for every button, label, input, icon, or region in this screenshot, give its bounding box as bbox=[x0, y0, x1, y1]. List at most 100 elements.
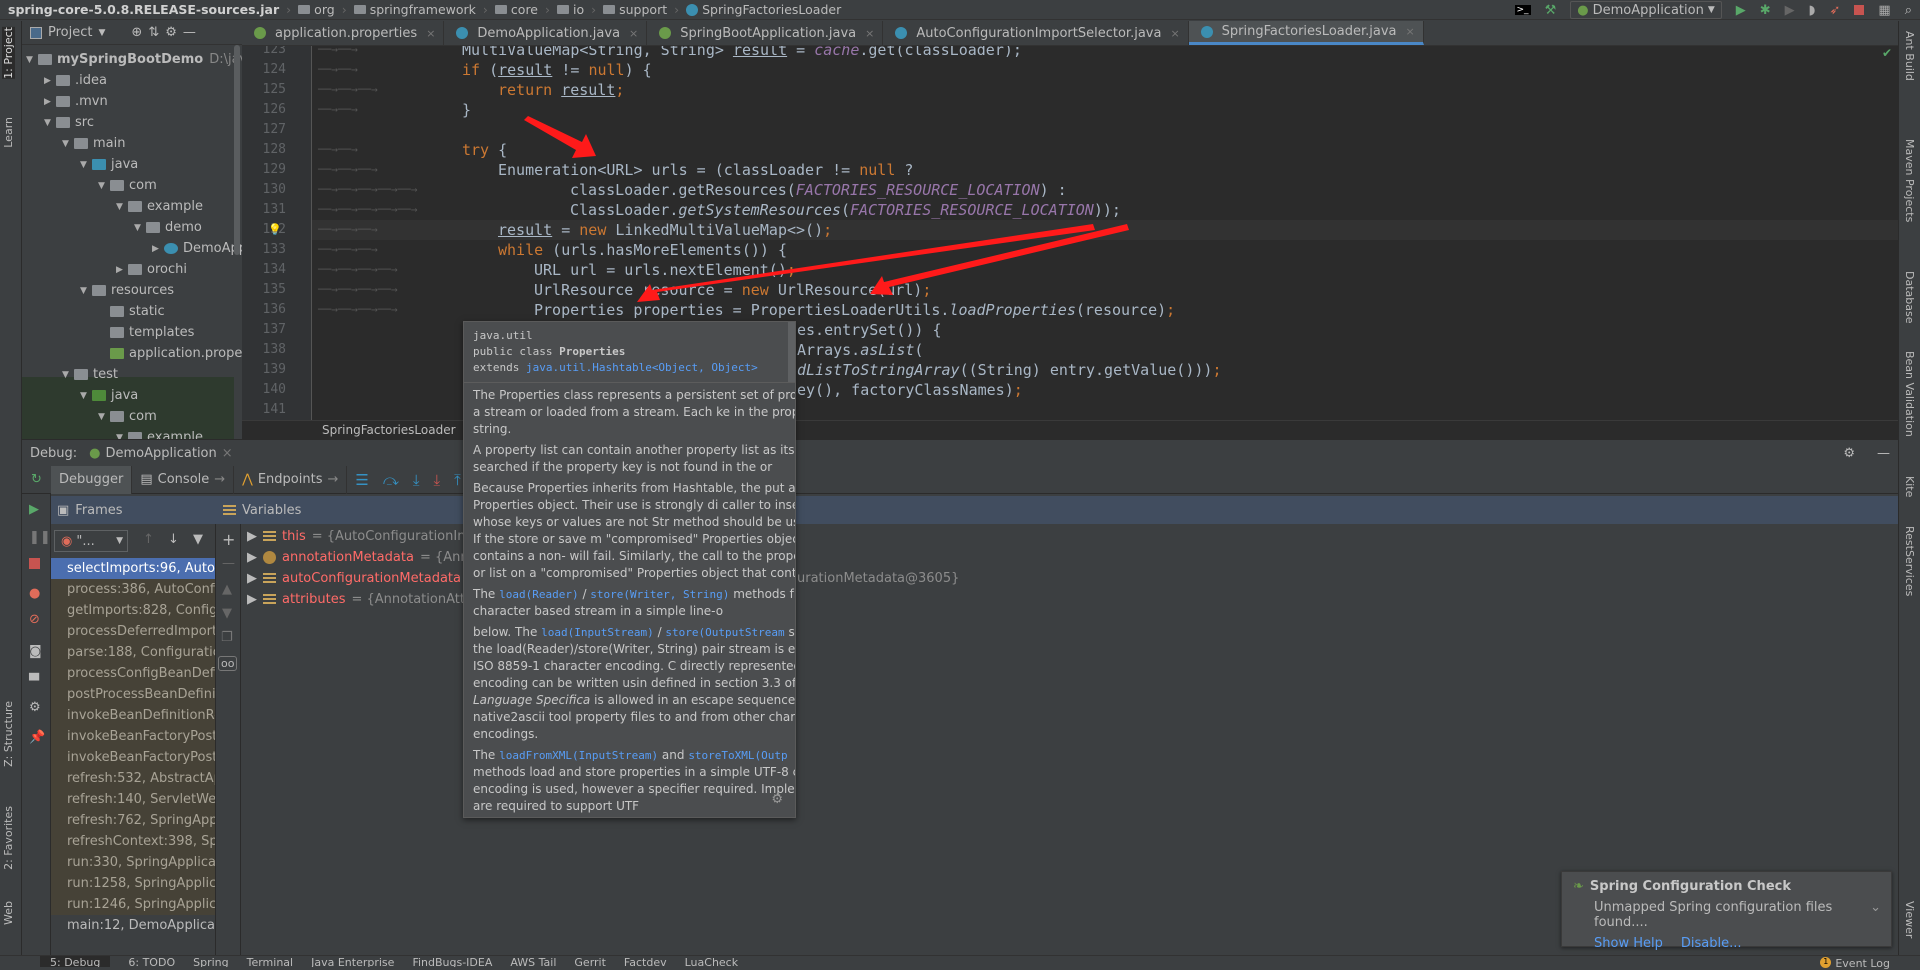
expand-icon[interactable]: ▶ bbox=[247, 571, 257, 586]
remove-watch-icon[interactable]: — bbox=[222, 556, 235, 571]
expand-icon[interactable]: ▶ bbox=[247, 592, 257, 607]
stack-frame[interactable]: invokeBeanDefinitionRegi bbox=[51, 705, 215, 726]
expanded-icon[interactable]: ▼ bbox=[134, 223, 146, 233]
tool-window-tab[interactable]: Factdev bbox=[624, 956, 667, 967]
tab-endpoints[interactable]: ⋀ Endpoints → bbox=[234, 465, 348, 494]
expanded-icon[interactable]: ▼ bbox=[62, 139, 74, 149]
tree-item[interactable]: ▼ resources bbox=[80, 280, 174, 301]
gear-icon[interactable]: ⚙ bbox=[1843, 446, 1855, 461]
tree-item[interactable]: ▼ test bbox=[62, 364, 118, 385]
step-out-icon[interactable]: ⤒ bbox=[454, 471, 461, 489]
intention-bulb-icon[interactable]: 💡 bbox=[268, 220, 282, 240]
expanded-icon[interactable]: ▼ bbox=[62, 370, 74, 380]
breadcrumb-item[interactable]: org bbox=[294, 2, 335, 17]
expanded-icon[interactable]: ▼ bbox=[116, 202, 128, 212]
stack-frame[interactable]: selectImports:96, AutoCo bbox=[51, 558, 215, 579]
stack-frame[interactable]: run:1258, SpringApplicati bbox=[51, 873, 215, 894]
stack-frame[interactable]: refresh:762, SpringApplic bbox=[51, 810, 215, 831]
tab-debugger[interactable]: Debugger bbox=[51, 465, 133, 494]
move-down-icon[interactable]: ▼ bbox=[222, 606, 232, 621]
tool-tab-viewer[interactable]: Viewer bbox=[1903, 901, 1916, 938]
collapsed-icon[interactable]: ▶ bbox=[44, 76, 56, 86]
editor-tab[interactable]: SpringBootApplication.java × bbox=[647, 21, 884, 45]
code-line[interactable]: ──→──→ try { bbox=[312, 140, 1898, 160]
tool-tab-favorites[interactable]: 2: Favorites bbox=[2, 806, 15, 870]
doc-link[interactable]: loadFromXML(InputStream) bbox=[499, 749, 658, 762]
duplicate-icon[interactable]: ❐ bbox=[221, 630, 233, 645]
variable-row[interactable]: ▶ attributes = {AnnotationAttribut bbox=[247, 589, 495, 610]
code-line[interactable]: ──→──→──→ return result; bbox=[312, 80, 1898, 100]
expanded-icon[interactable]: ▼ bbox=[26, 55, 38, 65]
tree-item[interactable]: application.proper bbox=[98, 343, 248, 364]
tool-tab-structure[interactable]: Z: Structure bbox=[2, 701, 15, 767]
disable-link[interactable]: Disable... bbox=[1681, 936, 1742, 951]
tool-tab-database[interactable]: Database bbox=[1903, 271, 1916, 324]
rerun-icon[interactable]: ↻ bbox=[22, 472, 51, 487]
camera-icon[interactable]: ◙ bbox=[29, 644, 43, 659]
tool-tab-maven[interactable]: Maven Projects bbox=[1903, 139, 1916, 222]
project-structure-icon[interactable]: ▦ bbox=[1878, 3, 1890, 18]
code-line[interactable]: ──→──→──→──→ Properties properties = Prop… bbox=[312, 300, 1898, 320]
tool-tab-learn[interactable]: Learn bbox=[2, 117, 15, 148]
tree-item[interactable]: ▼ example bbox=[116, 196, 203, 217]
tree-item[interactable]: ▼ com bbox=[98, 175, 157, 196]
expand-chevron-icon[interactable]: ⌄ bbox=[1870, 900, 1881, 930]
tree-item[interactable]: ▼ demo bbox=[134, 217, 202, 238]
stack-frame[interactable]: postProcessBeanDefinitio bbox=[51, 684, 215, 705]
breadcrumb-item[interactable]: springframework bbox=[350, 2, 476, 17]
run-coverage-icon[interactable]: ▶ bbox=[1785, 3, 1795, 18]
doc-extends-link[interactable]: java.util.Hashtable<Object, Object> bbox=[526, 361, 758, 374]
tool-tab-project[interactable]: 1: Project bbox=[2, 27, 15, 79]
close-tab-icon[interactable]: × bbox=[1406, 25, 1415, 38]
expanded-icon[interactable]: ▼ bbox=[98, 412, 110, 422]
editor-tab[interactable]: SpringFactoriesLoader.java × bbox=[1188, 21, 1424, 45]
expanded-icon[interactable]: ▼ bbox=[80, 286, 92, 296]
rocket-icon[interactable]: ➶ bbox=[1830, 3, 1841, 18]
mute-breakpoints-icon[interactable]: ⊘ bbox=[29, 612, 43, 627]
breadcrumb-item[interactable]: io bbox=[553, 2, 584, 17]
terminal-icon[interactable]: >_ bbox=[1514, 5, 1531, 15]
tree-item[interactable]: ▼ src bbox=[44, 112, 94, 133]
show-help-link[interactable]: Show Help bbox=[1594, 936, 1663, 951]
project-scrollbar[interactable] bbox=[234, 45, 240, 255]
doc-link[interactable]: load(Reader) bbox=[499, 588, 578, 601]
resume-icon[interactable]: ▶ bbox=[29, 502, 43, 517]
breadcrumb-item[interactable]: support bbox=[599, 2, 667, 17]
editor-tab[interactable]: DemoApplication.java × bbox=[444, 21, 648, 45]
collapsed-icon[interactable]: ▶ bbox=[152, 244, 164, 254]
tool-window-tab[interactable]: AWS Tail bbox=[510, 956, 556, 967]
tree-item[interactable]: ▶ .idea bbox=[44, 70, 107, 91]
code-line[interactable]: ──→──→──→──→──→ ClassLoader.getSystemReso… bbox=[312, 200, 1898, 220]
expanded-icon[interactable]: ▼ bbox=[80, 391, 92, 401]
view-breakpoints-icon[interactable]: ● bbox=[29, 586, 43, 601]
expanded-icon[interactable]: ▼ bbox=[80, 160, 92, 170]
editor-tab[interactable]: AutoConfigurationImportSelector.java × bbox=[883, 21, 1189, 45]
gear-icon[interactable]: ⚙ bbox=[771, 792, 783, 807]
move-up-icon[interactable]: ▲ bbox=[222, 582, 232, 597]
tree-item[interactable]: ▶ orochi bbox=[116, 259, 187, 280]
debug-icon[interactable]: ✱ bbox=[1760, 3, 1771, 18]
tool-window-tab[interactable]: Terminal bbox=[247, 956, 294, 967]
tool-tab-web[interactable]: Web bbox=[2, 901, 15, 925]
build-hammer-icon[interactable]: ⚒ bbox=[1545, 3, 1557, 18]
stack-frame[interactable]: getImports:828, Configur bbox=[51, 600, 215, 621]
stack-frame[interactable]: run:330, SpringApplicatio bbox=[51, 852, 215, 873]
stack-frame[interactable]: refresh:140, ServletWebS bbox=[51, 789, 215, 810]
stack-frame[interactable]: parse:188, Configuration( bbox=[51, 642, 215, 663]
stack-frame[interactable]: run:1246, SpringApplicati bbox=[51, 894, 215, 915]
stop-icon[interactable] bbox=[1854, 5, 1865, 15]
tree-item[interactable]: ▼ main bbox=[62, 133, 125, 154]
pause-icon[interactable]: ❚❚ bbox=[29, 530, 51, 545]
code-line[interactable]: ──→──→──→ Enumeration<URL> urls = (classL… bbox=[312, 160, 1898, 180]
code-line[interactable]: ──→──→} bbox=[312, 100, 1898, 120]
tool-window-tab[interactable]: 5: Debug bbox=[40, 956, 111, 967]
code-line[interactable] bbox=[312, 120, 1898, 140]
code-line[interactable]: ──→──→──→ result = new LinkedMultiValueMa… bbox=[268, 220, 1898, 240]
step-into-icon[interactable]: ⤓ bbox=[413, 471, 420, 489]
tool-tab-kite[interactable]: Kite bbox=[1903, 476, 1916, 497]
run-config-select[interactable]: ● DemoApplication ▼ bbox=[1570, 1, 1722, 19]
expanded-icon[interactable]: ▼ bbox=[44, 118, 56, 128]
collapse-icon[interactable]: ⇅ bbox=[148, 25, 159, 40]
breadcrumb-item[interactable]: SpringFactoriesLoader bbox=[682, 2, 841, 17]
thread-select[interactable]: ◉ "... ▼ bbox=[54, 530, 128, 552]
